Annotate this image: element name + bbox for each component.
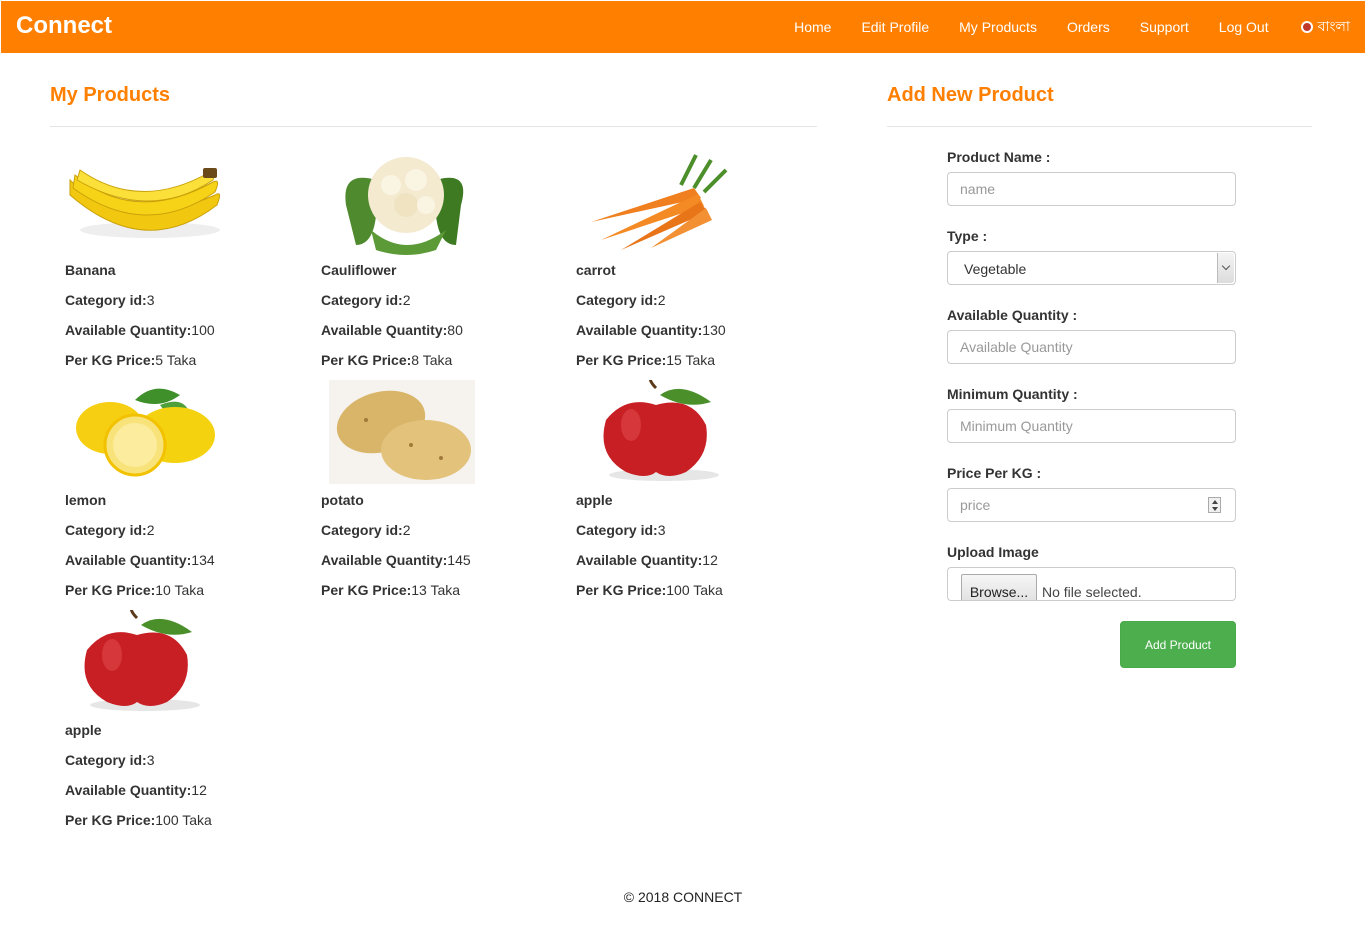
product-price: Per KG Price:13 Taka bbox=[321, 582, 461, 598]
my-products-title: My Products bbox=[50, 84, 171, 106]
product-price: Per KG Price:5 Taka bbox=[65, 352, 197, 368]
product-name: potato bbox=[321, 492, 364, 508]
product-category: Category id:2 bbox=[321, 522, 411, 538]
product-name: carrot bbox=[576, 262, 616, 278]
product-name: Banana bbox=[65, 262, 116, 278]
nav-log-out[interactable]: Log Out bbox=[1219, 1, 1269, 53]
product-name-label: Product Name : bbox=[947, 149, 1051, 165]
price-per-kg-label: Price Per KG : bbox=[947, 465, 1042, 481]
product-name-input[interactable] bbox=[947, 172, 1236, 206]
product-quantity: Available Quantity:145 bbox=[321, 552, 471, 568]
file-upload-field[interactable]: Browse... No file selected. bbox=[947, 567, 1236, 601]
product-quantity: Available Quantity:12 bbox=[65, 782, 207, 798]
number-spinner-icon[interactable] bbox=[1208, 497, 1221, 513]
cauliflower-image bbox=[345, 157, 464, 255]
product-category: Category id:2 bbox=[576, 292, 666, 308]
language-switch[interactable]: বাংলা bbox=[1300, 15, 1350, 39]
product-quantity: Available Quantity:80 bbox=[321, 322, 463, 338]
type-selected-value: Vegetable bbox=[964, 261, 1027, 277]
type-select[interactable]: Vegetable bbox=[947, 251, 1236, 285]
product-price: Per KG Price:100 Taka bbox=[65, 812, 212, 828]
banana-image bbox=[69, 168, 221, 238]
product-price: Per KG Price:8 Taka bbox=[321, 352, 453, 368]
potato-image bbox=[329, 380, 475, 484]
divider bbox=[887, 126, 1312, 127]
product-quantity: Available Quantity:100 bbox=[65, 322, 215, 338]
add-product-button[interactable]: Add Product bbox=[1120, 621, 1236, 668]
product-category: Category id:2 bbox=[65, 522, 155, 538]
product-category: Category id:3 bbox=[65, 752, 155, 768]
product-price: Per KG Price:100 Taka bbox=[576, 582, 723, 598]
nav-support[interactable]: Support bbox=[1140, 1, 1189, 53]
divider bbox=[50, 126, 817, 127]
nav-menu: Home Edit Profile My Products Orders Sup… bbox=[764, 1, 1365, 53]
carrot-image bbox=[591, 154, 728, 250]
price-input[interactable] bbox=[947, 488, 1236, 522]
product-quantity: Available Quantity:134 bbox=[65, 552, 215, 568]
nav-orders[interactable]: Orders bbox=[1067, 1, 1110, 53]
product-category: Category id:3 bbox=[65, 292, 155, 308]
type-label: Type : bbox=[947, 228, 988, 244]
product-category: Category id:2 bbox=[321, 292, 411, 308]
file-status-text: No file selected. bbox=[1042, 584, 1142, 600]
brand-logo[interactable]: Connect bbox=[16, 12, 112, 40]
browse-button[interactable]: Browse... bbox=[961, 574, 1037, 600]
product-category: Category id:3 bbox=[576, 522, 666, 538]
available-quantity-input[interactable] bbox=[947, 330, 1236, 364]
product-price: Per KG Price:15 Taka bbox=[576, 352, 716, 368]
minimum-quantity-label: Minimum Quantity : bbox=[947, 386, 1078, 402]
product-name: apple bbox=[65, 722, 102, 738]
lemon-image bbox=[76, 388, 215, 477]
top-navbar: Connect Home Edit Profile My Products Or… bbox=[1, 1, 1365, 53]
flag-icon bbox=[1300, 21, 1313, 33]
product-quantity: Available Quantity:130 bbox=[576, 322, 726, 338]
add-product-title: Add New Product bbox=[887, 84, 1054, 106]
product-name: Cauliflower bbox=[321, 262, 397, 278]
apple-image bbox=[84, 610, 200, 711]
product-price: Per KG Price:10 Taka bbox=[65, 582, 205, 598]
nav-edit-profile[interactable]: Edit Profile bbox=[861, 1, 929, 53]
language-label: বাংলা bbox=[1317, 18, 1350, 34]
footer-copyright: © 2018 CONNECT bbox=[623, 889, 743, 905]
product-quantity: Available Quantity:12 bbox=[576, 552, 718, 568]
upload-image-label: Upload Image bbox=[947, 544, 1039, 560]
available-quantity-label: Available Quantity : bbox=[947, 307, 1078, 323]
chevron-down-icon[interactable] bbox=[1217, 253, 1234, 283]
apple-image bbox=[603, 380, 719, 481]
nav-home[interactable]: Home bbox=[794, 1, 831, 53]
minimum-quantity-input[interactable] bbox=[947, 409, 1236, 443]
product-name: apple bbox=[576, 492, 613, 508]
product-name: lemon bbox=[65, 492, 107, 508]
nav-my-products[interactable]: My Products bbox=[959, 1, 1037, 53]
